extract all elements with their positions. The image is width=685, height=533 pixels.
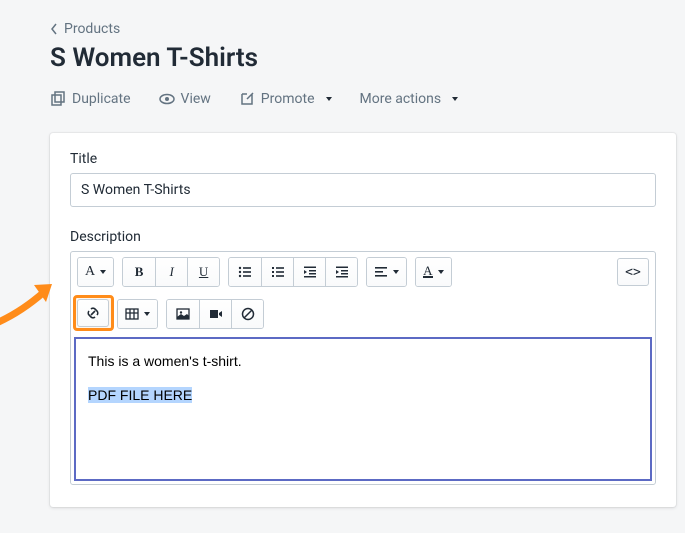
view-label: View bbox=[181, 91, 211, 107]
table-icon bbox=[125, 307, 139, 321]
insert-table-dropdown[interactable] bbox=[118, 300, 157, 328]
numbered-list-icon bbox=[271, 265, 285, 279]
numbered-list-button[interactable] bbox=[261, 258, 293, 286]
clear-icon bbox=[241, 307, 255, 321]
format-dropdown[interactable]: A bbox=[78, 258, 113, 286]
breadcrumb[interactable]: Products bbox=[50, 21, 120, 37]
bullet-list-icon bbox=[238, 265, 252, 279]
duplicate-button[interactable]: Duplicate bbox=[50, 91, 131, 107]
caret-down-icon bbox=[438, 270, 444, 274]
indent-button[interactable] bbox=[325, 258, 357, 286]
code-icon: <> bbox=[625, 265, 641, 280]
more-actions-label: More actions bbox=[360, 91, 442, 107]
color-text: A bbox=[423, 266, 432, 278]
video-icon bbox=[209, 307, 223, 321]
description-label: Description bbox=[70, 229, 656, 245]
product-card: Title Description A B bbox=[50, 133, 676, 507]
text-color-dropdown[interactable]: A bbox=[416, 258, 450, 286]
html-view-button[interactable]: <> bbox=[617, 258, 649, 286]
duplicate-label: Duplicate bbox=[72, 91, 131, 107]
outdent-icon bbox=[303, 265, 317, 279]
align-icon bbox=[374, 265, 388, 279]
clear-formatting-button[interactable] bbox=[231, 300, 263, 328]
insert-link-button[interactable] bbox=[77, 299, 109, 327]
image-icon bbox=[176, 307, 190, 321]
link-icon bbox=[86, 306, 100, 320]
caret-down-icon bbox=[326, 97, 332, 101]
editor-selected-text: PDF FILE HERE bbox=[88, 387, 192, 403]
indent-icon bbox=[335, 265, 349, 279]
duplicate-icon bbox=[50, 91, 66, 107]
title-label: Title bbox=[70, 151, 656, 167]
title-input[interactable] bbox=[70, 173, 656, 207]
eye-icon bbox=[159, 91, 175, 107]
promote-label: Promote bbox=[261, 91, 315, 107]
caret-down-icon bbox=[452, 97, 458, 101]
breadcrumb-label: Products bbox=[64, 21, 120, 37]
caret-down-icon bbox=[100, 270, 106, 274]
outdent-button[interactable] bbox=[293, 258, 325, 286]
more-actions-button[interactable]: More actions bbox=[360, 91, 459, 107]
underline-button[interactable]: U bbox=[187, 258, 219, 286]
bullet-list-button[interactable] bbox=[229, 258, 261, 286]
view-button[interactable]: View bbox=[159, 91, 211, 107]
external-link-icon bbox=[239, 91, 255, 107]
page-title: S Women T-Shirts bbox=[50, 43, 685, 73]
format-text: A bbox=[85, 264, 95, 280]
insert-video-button[interactable] bbox=[199, 300, 231, 328]
chevron-left-icon bbox=[50, 23, 58, 35]
italic-button[interactable]: I bbox=[155, 258, 187, 286]
bold-button[interactable]: B bbox=[123, 258, 155, 286]
caret-down-icon bbox=[144, 312, 150, 316]
description-editor[interactable]: This is a women's t-shirt. PDF FILE HERE bbox=[74, 337, 652, 481]
editor-line-1: This is a women's t-shirt. bbox=[88, 353, 638, 369]
promote-button[interactable]: Promote bbox=[239, 91, 332, 107]
caret-down-icon bbox=[393, 270, 399, 274]
insert-image-button[interactable] bbox=[167, 300, 199, 328]
align-dropdown[interactable] bbox=[367, 258, 406, 286]
